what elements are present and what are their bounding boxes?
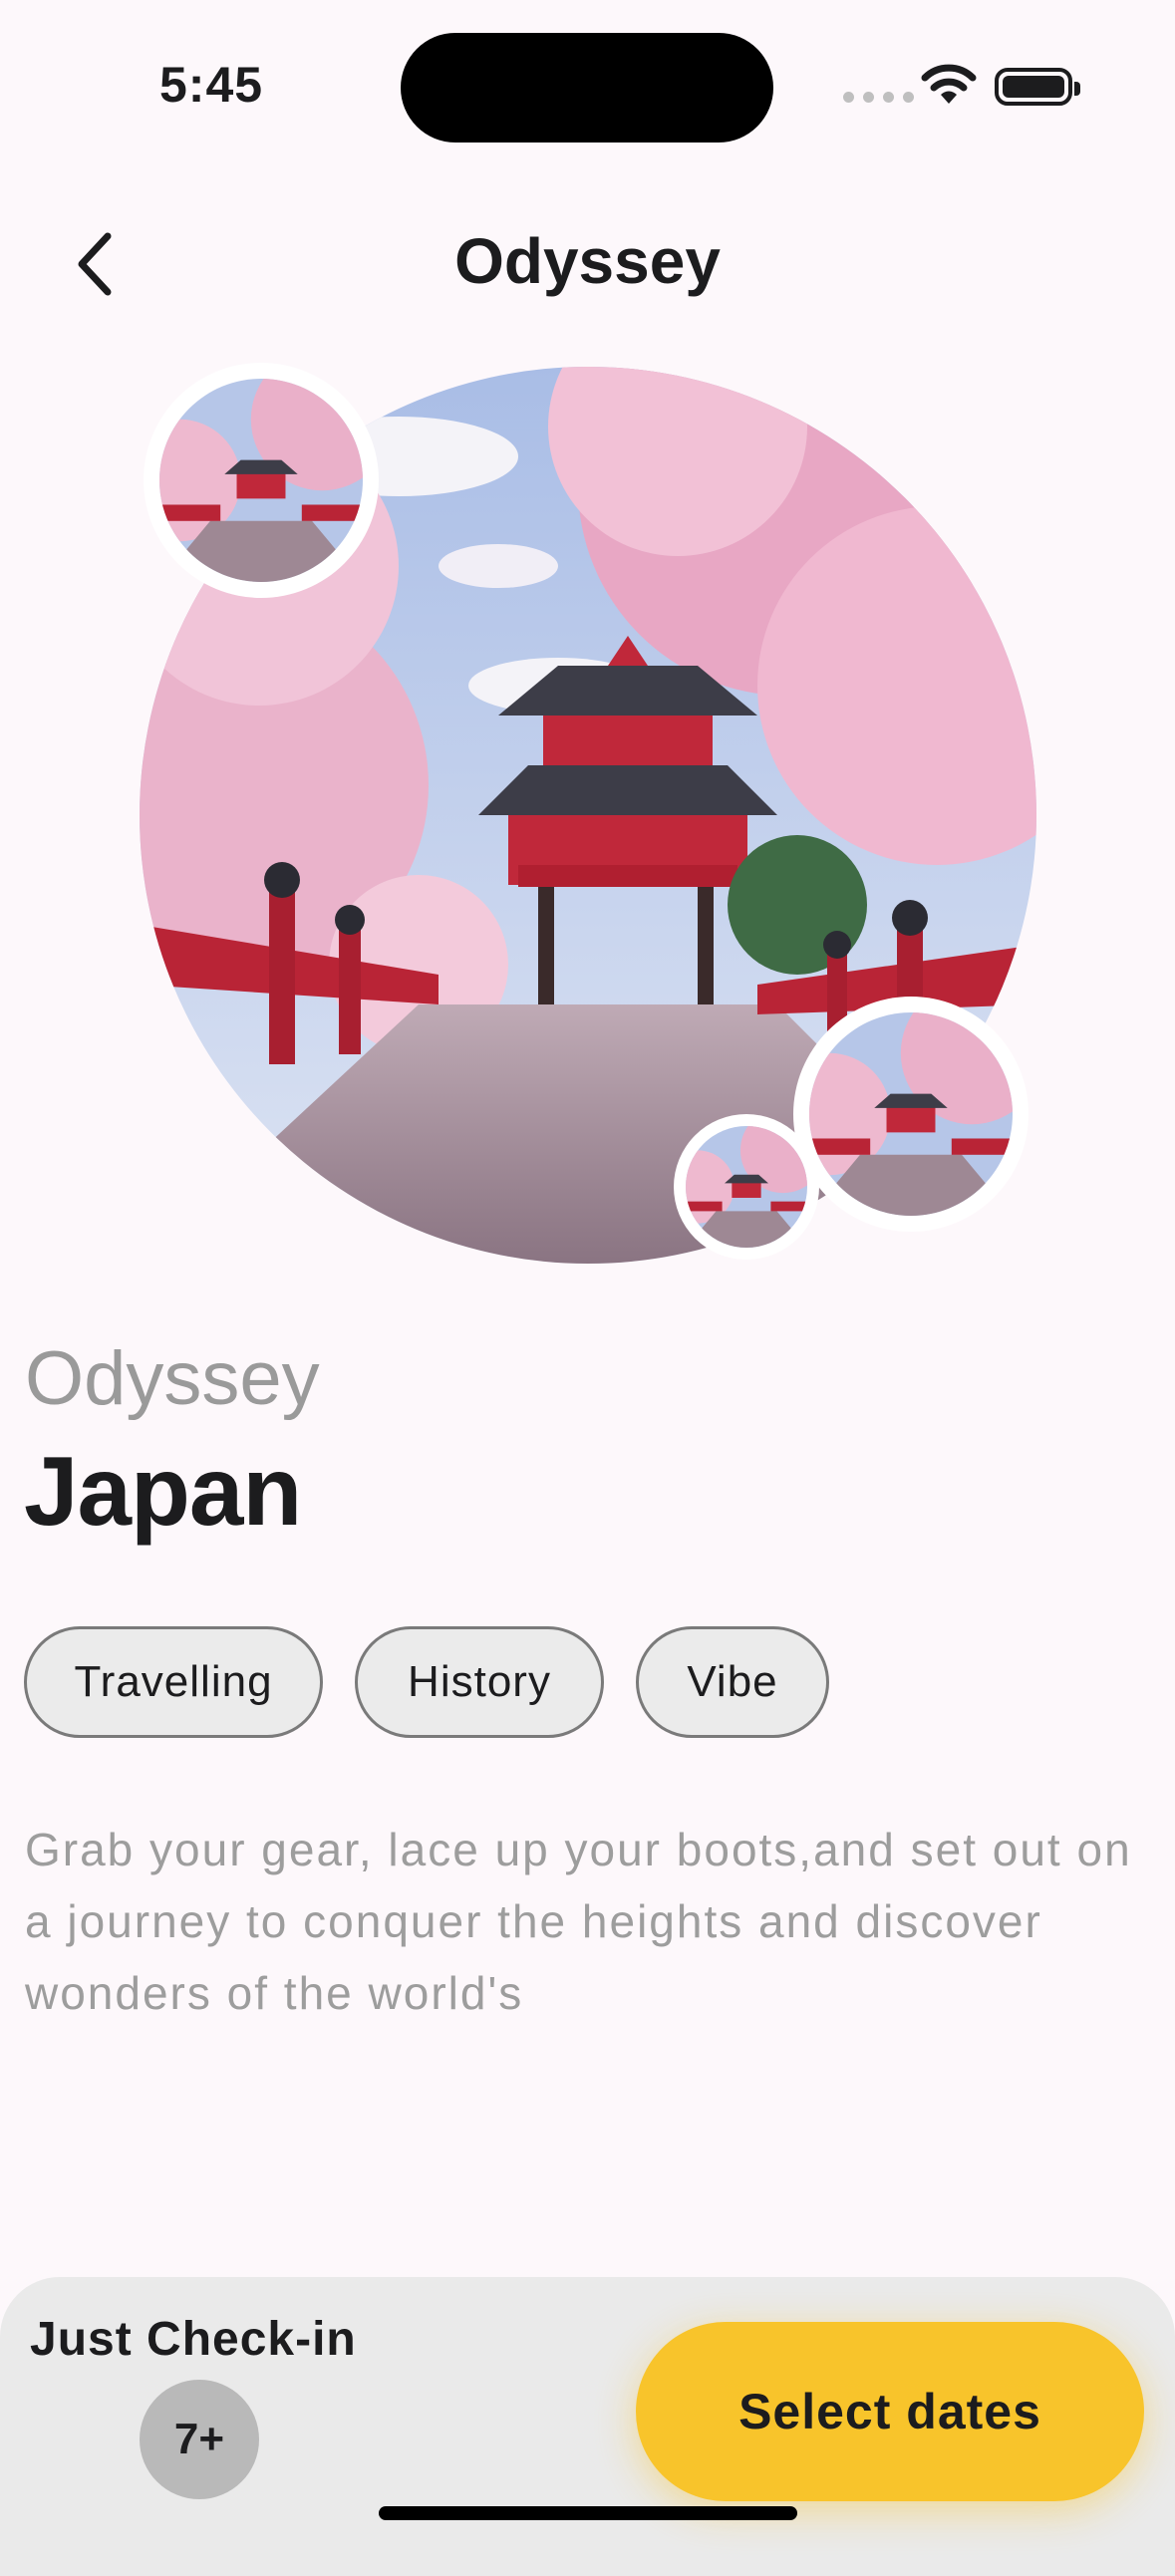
tag-history[interactable]: History (355, 1626, 604, 1738)
checkin-count-badge: 7+ (140, 2380, 259, 2499)
status-time: 5:45 (159, 57, 264, 113)
dynamic-island (401, 33, 773, 143)
tag-list: Travelling History Vibe (24, 1626, 829, 1738)
destination-title: Japan (24, 1436, 302, 1546)
gallery-thumbnail[interactable] (793, 997, 1028, 1232)
tag-vibe[interactable]: Vibe (636, 1626, 829, 1738)
wifi-icon (921, 64, 977, 111)
battery-icon (995, 68, 1080, 106)
home-indicator[interactable] (379, 2506, 797, 2520)
cellular-signal-icon (843, 92, 914, 103)
select-dates-button[interactable]: Select dates (636, 2322, 1144, 2501)
tag-travelling[interactable]: Travelling (24, 1626, 323, 1738)
gallery-thumbnail[interactable] (144, 363, 379, 598)
destination-kicker: Odyssey (25, 1336, 320, 1421)
destination-description: Grab your gear, lace up your boots,and s… (25, 1824, 1132, 2019)
page-title: Odyssey (454, 225, 721, 297)
gallery-thumbnail[interactable] (674, 1114, 819, 1260)
checkin-label: Just Check-in (30, 2313, 357, 2366)
